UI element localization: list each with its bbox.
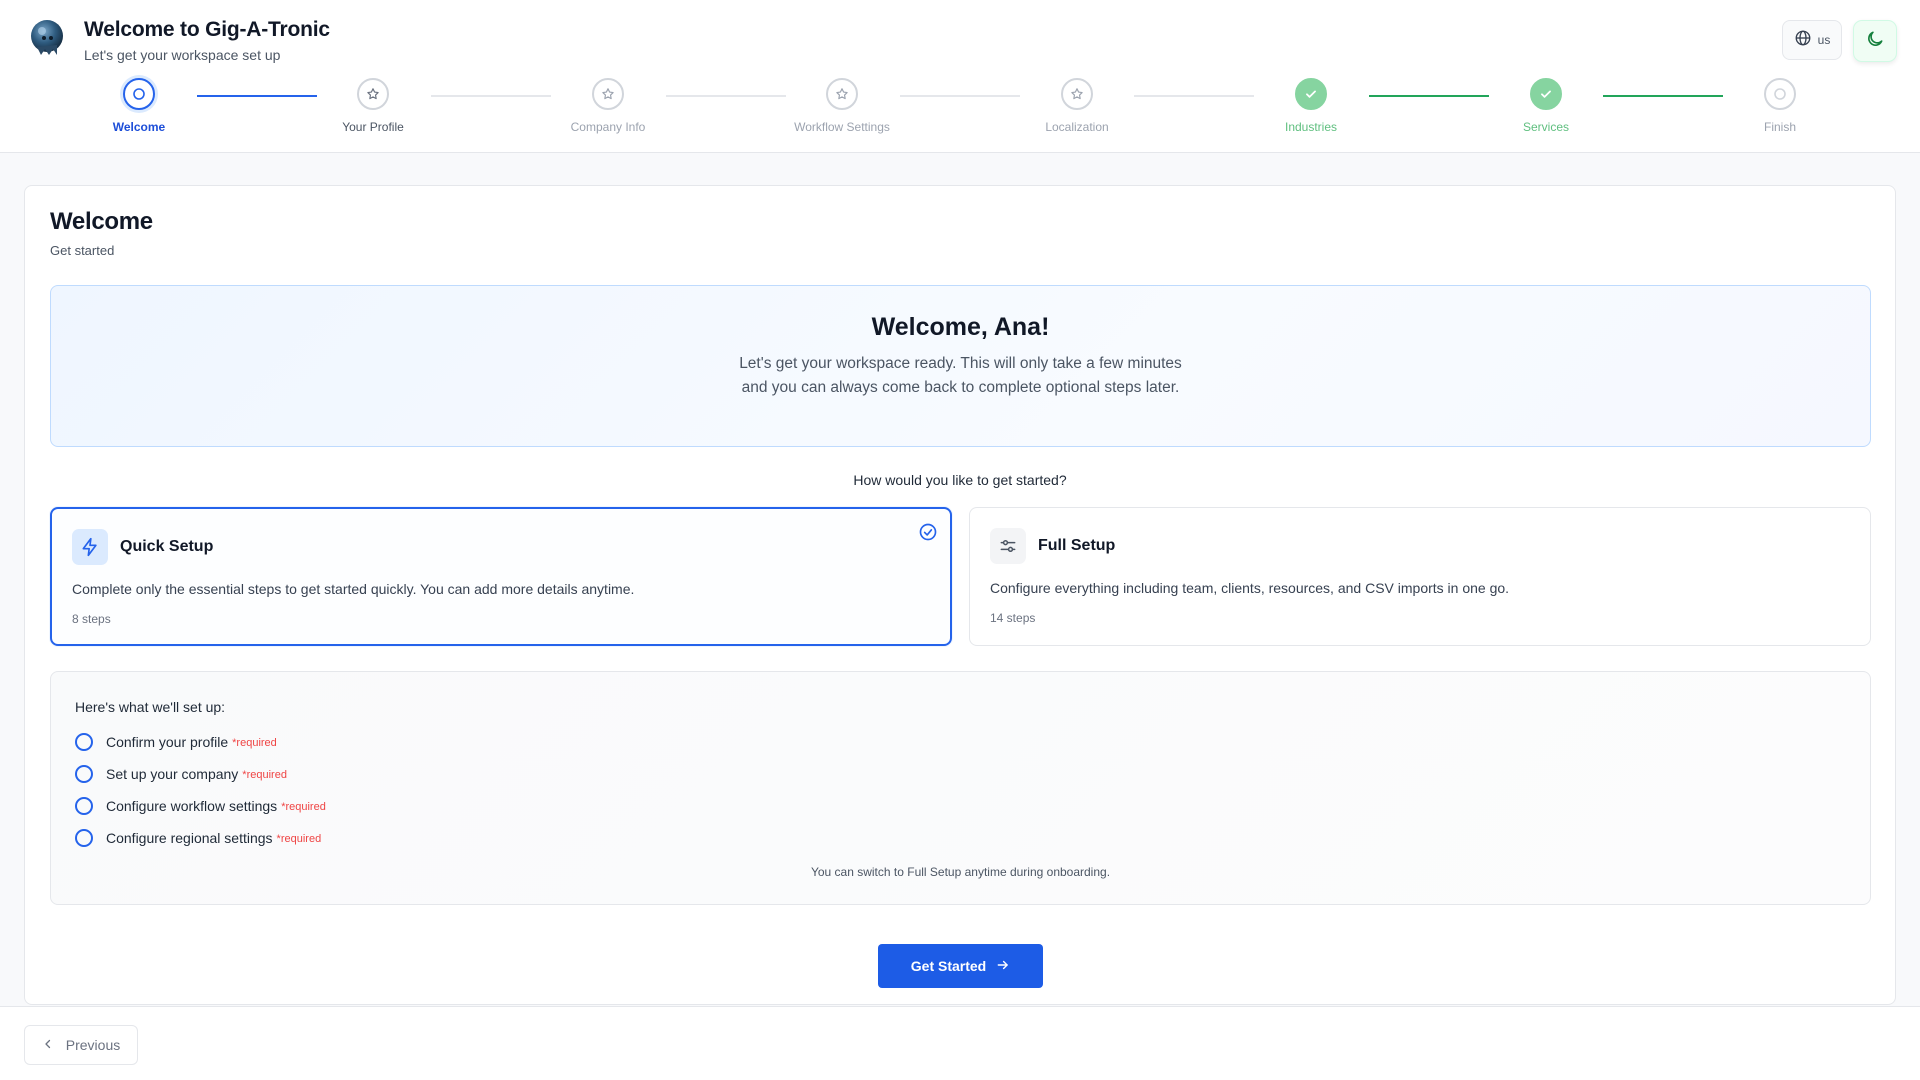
step-welcome[interactable]: Welcome: [69, 78, 209, 134]
get-started-button[interactable]: Get Started: [878, 944, 1043, 988]
required-tag: *required: [232, 737, 277, 749]
checklist-item-label: Set up your company: [106, 766, 239, 782]
step-connector: [197, 95, 317, 97]
step-label: Company Info: [570, 120, 646, 134]
step-label: Workflow Settings: [794, 120, 890, 134]
app-logo: [29, 19, 65, 59]
hero-title: Welcome, Ana!: [871, 313, 1050, 341]
step-pending-icon: [1764, 78, 1796, 110]
step-star-icon: [357, 78, 389, 110]
sliders-icon: [990, 528, 1026, 564]
chevron-left-icon: [42, 1037, 54, 1053]
checklist-item-label: Configure regional settings: [106, 830, 273, 846]
option-step-count: 8 steps: [72, 612, 111, 626]
option-title: Quick Setup: [120, 538, 214, 555]
option-description: Configure everything including team, cli…: [990, 580, 1510, 596]
step-label: Localization: [1045, 120, 1109, 134]
checklist-item: Configure workflow settings *required: [75, 795, 326, 817]
step-industries[interactable]: Industries: [1241, 78, 1381, 134]
step-services[interactable]: Services: [1476, 78, 1616, 134]
hero-text: Let's get your workspace ready. This wil…: [739, 355, 1182, 396]
welcome-card: Welcome Get started Welcome, Ana! Let's …: [24, 185, 1896, 1005]
get-started-label: Get Started: [910, 958, 987, 974]
checklist-item: Confirm your profile *required: [75, 731, 277, 753]
step-current-icon: [123, 78, 155, 110]
step-your-profile[interactable]: Your Profile: [303, 78, 443, 134]
previous-label: Previous: [65, 1037, 121, 1053]
check-icon: [1295, 78, 1327, 110]
quick-setup-option[interactable]: Quick Setup Complete only the essential …: [50, 507, 952, 646]
required-tag: *required: [281, 801, 326, 813]
circle-icon: [75, 797, 93, 815]
step-finish[interactable]: Finish: [1710, 78, 1850, 134]
step-star-icon: [826, 78, 858, 110]
required-tag: *required: [242, 769, 287, 781]
page-title: Welcome: [50, 208, 153, 235]
circle-icon: [75, 765, 93, 783]
selected-check-icon: [918, 522, 938, 547]
app-title: Welcome to Gig-A-Tronic: [84, 18, 330, 41]
checklist-item: Configure regional settings *required: [75, 827, 321, 849]
setup-checklist: Here's what we'll set up: Confirm your p…: [50, 671, 1871, 905]
setup-note: You can switch to Full Setup anytime dur…: [810, 865, 1111, 879]
globe-icon: [1794, 29, 1812, 52]
checklist-item-label: Configure workflow settings: [106, 798, 278, 814]
checklist-heading: Here's what we'll set up:: [75, 699, 226, 715]
language-label: us: [1817, 33, 1831, 47]
arrow-right-icon: [996, 958, 1010, 975]
step-label: Welcome: [112, 120, 166, 134]
option-description: Complete only the essential steps to get…: [72, 581, 635, 597]
welcome-hero: Welcome, Ana! Let's get your workspace r…: [50, 285, 1871, 447]
step-label: Finish: [1763, 120, 1796, 134]
circle-icon: [75, 733, 93, 751]
step-connector: [900, 95, 1020, 97]
moon-icon: [1865, 29, 1885, 54]
header: Welcome to Gig-A-Tronic Let's get your w…: [0, 0, 1920, 153]
step-connector: [1603, 95, 1723, 97]
full-setup-option[interactable]: Full Setup Configure everything includin…: [969, 507, 1871, 646]
step-connector: [1134, 95, 1254, 97]
option-title: Full Setup: [1038, 537, 1116, 554]
step-label: Your Profile: [342, 120, 404, 134]
step-workflow-settings[interactable]: Workflow Settings: [772, 78, 912, 134]
required-tag: *required: [276, 833, 322, 845]
step-localization[interactable]: Localization: [1007, 78, 1147, 134]
footer: Previous: [0, 1006, 1920, 1080]
step-connector: [431, 95, 551, 97]
circle-icon: [75, 829, 93, 847]
app-subtitle: Let's get your workspace set up: [84, 47, 281, 63]
checklist-item-label: Confirm your profile: [106, 734, 229, 750]
setup-question: How would you like to get started?: [853, 472, 1067, 488]
lightning-icon: [72, 529, 108, 565]
step-company-info[interactable]: Company Info: [538, 78, 678, 134]
option-step-count: 14 steps: [990, 611, 1036, 625]
step-label: Services: [1522, 120, 1569, 134]
onboarding-stepper: Welcome Your Profile Company Info Workfl…: [0, 78, 1920, 138]
theme-toggle-button[interactable]: [1853, 20, 1897, 62]
previous-button[interactable]: Previous: [24, 1025, 138, 1065]
step-star-icon: [1061, 78, 1093, 110]
checklist-item: Set up your company *required: [75, 763, 287, 785]
step-label: Industries: [1284, 120, 1338, 134]
step-connector: [1369, 95, 1489, 97]
language-button[interactable]: us: [1782, 20, 1842, 60]
check-icon: [1530, 78, 1562, 110]
step-star-icon: [592, 78, 624, 110]
step-connector: [666, 95, 786, 97]
page-subtitle: Get started: [50, 243, 115, 258]
